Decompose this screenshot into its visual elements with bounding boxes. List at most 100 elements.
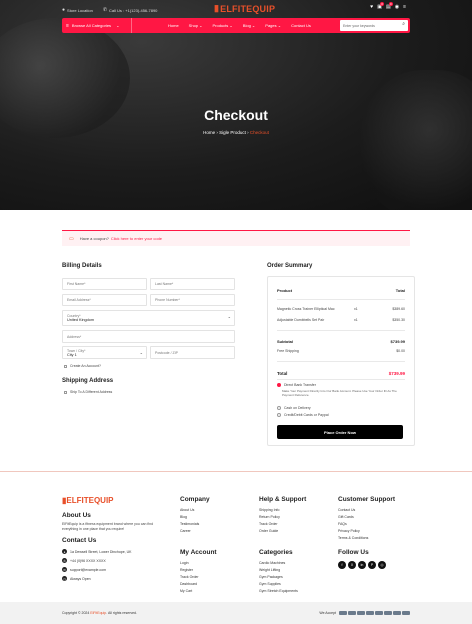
footer-link[interactable]: My Cart: [180, 588, 199, 595]
mastercard-icon: [348, 611, 356, 615]
ship-different-checkbox[interactable]: Ship To A Different Address: [64, 390, 112, 394]
customer-links: Contact Us Gift Cards FAQs Privacy Polic…: [338, 507, 368, 542]
payment-cod[interactable]: Cash on Delivery: [277, 406, 311, 410]
coupon-link[interactable]: Click here to enter your code: [111, 236, 162, 241]
social-links: f X in P ◎: [338, 561, 386, 569]
google-pay-icon: [393, 611, 401, 615]
address-field[interactable]: Address*: [62, 330, 235, 343]
footer-email[interactable]: ✉ support@example.com: [62, 567, 106, 572]
footer-link[interactable]: Gym Stretch Equipments: [259, 588, 298, 595]
company-links: About Us Blog Testimonials Career: [180, 507, 199, 535]
place-order-button[interactable]: Place Order Now: [277, 425, 403, 439]
footer-link[interactable]: Shipping Info: [259, 507, 280, 514]
about-heading: About Us: [62, 512, 91, 519]
footer-link[interactable]: Career: [180, 528, 199, 535]
footer-link[interactable]: Cardio Machines: [259, 560, 298, 567]
nav-blog[interactable]: Blog ⌄: [243, 23, 256, 28]
payment-card[interactable]: Credit/Debit Cards or Paypal: [277, 413, 329, 417]
nav-products[interactable]: Products ⌄: [213, 23, 233, 28]
email-field[interactable]: Email Address*: [62, 294, 147, 306]
call-us-link[interactable]: ✆ Call Us : +1(123)-456-7890: [103, 7, 158, 13]
chevron-down-icon: ⌄: [227, 314, 231, 319]
footer-link[interactable]: Gym Supplies: [259, 581, 298, 588]
footer-link[interactable]: Login: [180, 560, 199, 567]
breadcrumb-product[interactable]: Sigle Product: [219, 130, 246, 135]
first-name-field[interactable]: First Name*: [62, 278, 147, 290]
nav-home[interactable]: Home: [168, 23, 179, 28]
order-item-qty: x1: [354, 307, 358, 311]
coupon-notice: ▭ Have a coupon? Click here to enter you…: [62, 230, 410, 246]
shipping-title: Shipping Address: [62, 378, 114, 384]
billing-title: Billing Details: [62, 263, 102, 269]
pinterest-icon[interactable]: P: [368, 561, 376, 569]
footer-link[interactable]: Gift Cards: [338, 514, 368, 521]
footer-link[interactable]: Blog: [180, 514, 199, 521]
checkbox[interactable]: [64, 390, 67, 394]
footer-link[interactable]: Track Order: [180, 574, 199, 581]
footer-link[interactable]: Register: [180, 567, 199, 574]
x-icon[interactable]: X: [348, 561, 356, 569]
location-icon: ●: [62, 7, 66, 13]
radio[interactable]: [277, 406, 281, 410]
city-select[interactable]: Town / City* City 1 ⌄: [62, 346, 147, 359]
visa-icon: [339, 611, 347, 615]
order-item-qty: x1: [354, 318, 358, 322]
footer-divider: [0, 471, 472, 472]
radio[interactable]: [277, 413, 281, 417]
facebook-icon[interactable]: f: [338, 561, 346, 569]
phone-field[interactable]: Phone Number*: [150, 294, 235, 306]
phone-icon: ✆: [62, 558, 67, 563]
nav-shop[interactable]: Shop ⌄: [189, 23, 203, 28]
footer-link[interactable]: Weight Lifting: [259, 567, 298, 574]
about-text: ElFitEquip is a fitness equipment brand …: [62, 522, 154, 531]
copyright: Copyright © 2024 ElFitEquip. All rights …: [62, 611, 137, 615]
contact-heading: Contact Us: [62, 537, 97, 544]
nav-pages[interactable]: Pages ⌄: [265, 23, 281, 28]
footer-link[interactable]: Testimonials: [180, 521, 199, 528]
chevron-down-icon: ⌄: [199, 23, 203, 28]
country-select[interactable]: Country* United Kingdom ⌄: [62, 310, 235, 326]
logo-mark-icon: ▮: [214, 3, 220, 13]
footer-link[interactable]: Order Guide: [259, 528, 280, 535]
footer-link[interactable]: Dashboard: [180, 581, 199, 588]
chevron-down-icon: ⌄: [251, 23, 256, 28]
footer-link[interactable]: Track Order: [259, 521, 280, 528]
footer-logo[interactable]: ▮ELFITEQUIP: [62, 496, 114, 505]
footer-link[interactable]: Return Policy: [259, 514, 280, 521]
footer-link[interactable]: FAQs: [338, 521, 368, 528]
location-icon: ●: [62, 549, 67, 554]
last-name-field[interactable]: Last Name*: [150, 278, 235, 290]
mail-icon: ✉: [62, 567, 67, 572]
site-logo[interactable]: ▮ ELFITEQUIP: [214, 3, 275, 14]
search-input[interactable]: Enter your keywords ⌕: [340, 20, 408, 31]
footer-link[interactable]: Terms & Conditions: [338, 535, 368, 542]
nav-contact[interactable]: Contact Us: [291, 23, 311, 28]
radio-selected[interactable]: [277, 383, 281, 387]
checkbox[interactable]: [64, 364, 67, 368]
footer-link[interactable]: Contact Us: [338, 507, 368, 514]
store-locator-link[interactable]: ● Store Location: [62, 7, 93, 13]
clock-icon: ◷: [62, 576, 67, 581]
chevron-down-icon: ⌄: [277, 23, 282, 28]
create-account-checkbox[interactable]: Create An Account?: [64, 364, 101, 368]
search-icon[interactable]: ⌕: [402, 21, 405, 27]
footer-link[interactable]: Privacy Policy: [338, 528, 368, 535]
user-icon[interactable]: ◉: [395, 4, 399, 10]
heart-icon[interactable]: ♥: [370, 4, 373, 10]
breadcrumb-home[interactable]: Home: [203, 130, 215, 135]
header-actions: ♥ ▣ 0 ▤ 0 ◉ ≡: [370, 2, 406, 10]
menu-icon[interactable]: ≡: [403, 4, 406, 10]
follow-heading: Follow Us: [338, 549, 369, 556]
footer-link[interactable]: Gym Packages: [259, 574, 298, 581]
total-row: Total $739.99: [277, 371, 405, 376]
payment-direct-bank[interactable]: Direct Bank Transfer: [277, 383, 316, 387]
browse-categories-button[interactable]: ≡ Browse All Categories ⌄: [62, 18, 132, 33]
page-title: Checkout: [204, 107, 268, 123]
postcode-field[interactable]: Postcode / ZIP: [150, 346, 235, 359]
footer-phone[interactable]: ✆ +44 (0)96 XXXX XXXX: [62, 558, 106, 563]
footer-link[interactable]: About Us: [180, 507, 199, 514]
wishlist-badge[interactable]: ▣ 0: [377, 2, 384, 10]
linkedin-icon[interactable]: in: [358, 561, 366, 569]
instagram-icon[interactable]: ◎: [378, 561, 386, 569]
cart-badge[interactable]: ▤ 0: [386, 2, 393, 10]
